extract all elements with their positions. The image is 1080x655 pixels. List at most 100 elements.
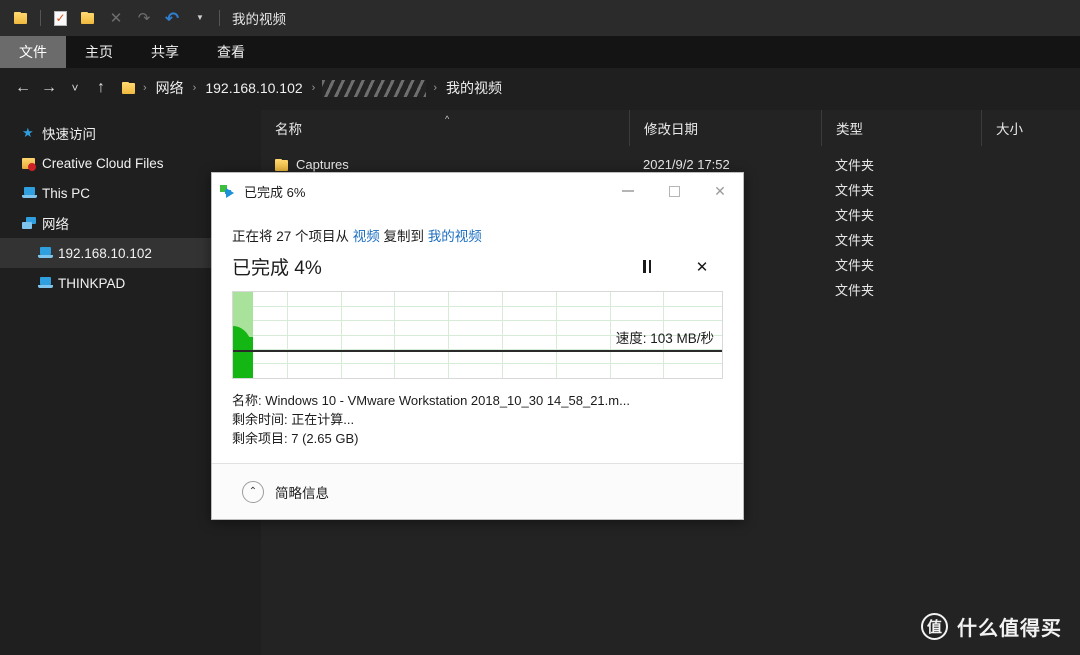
sidebar-item-label: Creative Cloud Files bbox=[42, 155, 164, 171]
file-type-cell: 文件夹 bbox=[835, 208, 875, 223]
copy-description: 正在将 27 个项目从 视频 复制到 我的视频 bbox=[232, 225, 723, 245]
breadcrumb-item-network[interactable]: 网络 bbox=[152, 76, 188, 100]
dialog-body: 正在将 27 个项目从 视频 复制到 我的视频 已完成 4% ✕ 速度: 103… bbox=[212, 209, 743, 463]
copy-description-mid: 复制到 bbox=[379, 229, 428, 244]
dialog-actions: ✕ bbox=[643, 258, 723, 276]
column-header-name[interactable]: ^ 名称 bbox=[261, 110, 629, 146]
breadcrumb-separator[interactable]: › bbox=[430, 82, 440, 94]
computer-icon bbox=[38, 247, 58, 259]
toolbar-divider bbox=[40, 10, 41, 26]
breadcrumb-item-current[interactable]: 我的视频 bbox=[442, 76, 506, 100]
cancel-button[interactable]: ✕ bbox=[691, 258, 713, 276]
address-bar: ← → ˅ ↑ › 网络 › 192.168.10.102 › › 我的视频 bbox=[0, 68, 1080, 108]
detail-name-row: 名称: Windows 10 - VMware Workstation 2018… bbox=[232, 391, 723, 410]
dialog-footer[interactable]: ⌃ 简略信息 bbox=[212, 463, 743, 519]
column-headers: ^ 名称 修改日期 类型 大小 bbox=[261, 110, 1080, 146]
redo-icon[interactable]: ↷ bbox=[131, 5, 157, 31]
less-details-label: 简略信息 bbox=[275, 485, 329, 501]
breadcrumb-folder-icon[interactable] bbox=[122, 82, 136, 94]
computer-icon bbox=[22, 187, 42, 199]
customize-caret-icon[interactable]: ▼ bbox=[187, 5, 213, 31]
detail-time-key: 剩余时间: bbox=[232, 412, 288, 427]
breadcrumb-item-masked[interactable] bbox=[322, 79, 427, 97]
speed-curve-line bbox=[233, 350, 722, 353]
properties-icon[interactable] bbox=[47, 5, 73, 31]
detail-time-row: 剩余时间: 正在计算... bbox=[232, 410, 723, 429]
sidebar-item-192-168-10-102[interactable]: 192.168.10.102 bbox=[0, 238, 212, 268]
tab-share[interactable]: 共享 bbox=[132, 36, 198, 68]
up-button[interactable]: ↑ bbox=[88, 75, 114, 101]
pause-icon bbox=[643, 260, 665, 273]
column-header-type[interactable]: 类型 bbox=[821, 110, 981, 146]
sidebar-item-thinkpad[interactable]: THINKPAD bbox=[0, 268, 212, 298]
breadcrumb-separator[interactable]: › bbox=[309, 82, 319, 94]
dialog-maximize-button[interactable] bbox=[651, 174, 697, 208]
dialog-window-controls: ✕ bbox=[605, 174, 743, 208]
tab-home[interactable]: 主页 bbox=[66, 36, 132, 68]
column-header-label: 修改日期 bbox=[644, 122, 698, 137]
breadcrumb-separator[interactable]: › bbox=[190, 82, 200, 94]
watermark-logo-icon: 值 bbox=[921, 613, 948, 640]
tab-file[interactable]: 文件 bbox=[0, 36, 66, 68]
copy-icon bbox=[220, 184, 238, 198]
file-name-label: Captures bbox=[296, 157, 349, 172]
column-header-size[interactable]: 大小 bbox=[981, 110, 1080, 146]
dialog-title-bar: 已完成 6% ✕ bbox=[212, 173, 743, 209]
undo-icon[interactable]: ↶ bbox=[159, 5, 185, 31]
file-modified-cell: 2021/9/2 17:52 bbox=[643, 157, 730, 172]
column-header-modified[interactable]: 修改日期 bbox=[629, 110, 821, 146]
tab-view[interactable]: 查看 bbox=[198, 36, 264, 68]
breadcrumb: › 网络 › 192.168.10.102 › › 我的视频 bbox=[122, 76, 506, 100]
folder-icon bbox=[275, 158, 289, 171]
folder-icon[interactable] bbox=[8, 5, 34, 31]
sidebar-item-label: 192.168.10.102 bbox=[58, 245, 152, 261]
detail-name-value: Windows 10 - VMware Workstation 2018_10_… bbox=[265, 393, 630, 408]
pause-button[interactable] bbox=[643, 260, 665, 273]
copy-source-link[interactable]: 视频 bbox=[353, 229, 380, 244]
column-header-label: 名称 bbox=[275, 122, 302, 137]
progress-row: 已完成 4% ✕ bbox=[232, 253, 723, 280]
sidebar-item-quick-access[interactable]: ★ 快速访问 bbox=[0, 118, 212, 148]
file-type-cell: 文件夹 bbox=[835, 258, 875, 273]
navigation-sidebar: ★ 快速访问 Creative Cloud Files This PC 网络 1… bbox=[0, 110, 212, 655]
toolbar-divider-2 bbox=[219, 10, 220, 26]
dialog-title: 已完成 6% bbox=[244, 184, 306, 200]
close-icon[interactable]: ✕ bbox=[103, 5, 129, 31]
ribbon-tabs: 文件 主页 共享 查看 bbox=[0, 36, 1080, 68]
back-button[interactable]: ← bbox=[10, 75, 36, 101]
sidebar-item-creative-cloud-files[interactable]: Creative Cloud Files bbox=[0, 148, 212, 178]
sort-ascending-icon: ^ bbox=[445, 114, 450, 124]
dialog-close-button[interactable]: ✕ bbox=[697, 174, 743, 208]
file-type-cell: 文件夹 bbox=[835, 183, 875, 198]
breadcrumb-item-host[interactable]: 192.168.10.102 bbox=[201, 78, 306, 98]
copy-description-prefix: 正在将 27 个项目从 bbox=[232, 229, 353, 244]
detail-time-value: 正在计算... bbox=[291, 412, 355, 427]
recent-locations-button[interactable]: ˅ bbox=[62, 75, 88, 101]
forward-button[interactable]: → bbox=[36, 75, 62, 101]
speed-label: 速度: 103 MB/秒 bbox=[615, 331, 714, 346]
progress-percent-label: 已完成 4% bbox=[232, 258, 322, 279]
file-type-cell: 文件夹 bbox=[835, 283, 875, 298]
star-icon: ★ bbox=[22, 125, 34, 140]
copy-destination-link[interactable]: 我的视频 bbox=[428, 229, 482, 244]
sidebar-item-this-pc[interactable]: This PC bbox=[0, 178, 212, 208]
detail-name-key: 名称: bbox=[232, 393, 262, 408]
new-folder-icon[interactable] bbox=[75, 5, 101, 31]
file-type-cell: 文件夹 bbox=[835, 233, 875, 248]
sidebar-item-label: This PC bbox=[42, 185, 91, 201]
detail-items-key: 剩余项目: bbox=[232, 431, 288, 446]
speed-graph: 速度: 103 MB/秒 bbox=[232, 291, 723, 379]
quick-access-toolbar: ✕ ↷ ↶ ▼ bbox=[8, 5, 224, 31]
breadcrumb-separator[interactable]: › bbox=[140, 82, 150, 94]
creative-cloud-folder-icon bbox=[22, 157, 42, 171]
sidebar-item-label: 快速访问 bbox=[42, 127, 96, 142]
sidebar-item-network[interactable]: 网络 bbox=[0, 208, 212, 238]
dialog-minimize-button[interactable] bbox=[605, 174, 651, 208]
copy-progress-dialog: 已完成 6% ✕ 正在将 27 个项目从 视频 复制到 我的视频 已完成 4% … bbox=[211, 172, 744, 520]
column-header-label: 大小 bbox=[996, 122, 1023, 137]
window-title: 我的视频 bbox=[232, 12, 286, 27]
sidebar-item-label: THINKPAD bbox=[58, 275, 126, 291]
transfer-details: 名称: Windows 10 - VMware Workstation 2018… bbox=[232, 391, 723, 448]
file-type-cell: 文件夹 bbox=[835, 158, 875, 173]
chevron-up-icon[interactable]: ⌃ bbox=[242, 480, 264, 503]
